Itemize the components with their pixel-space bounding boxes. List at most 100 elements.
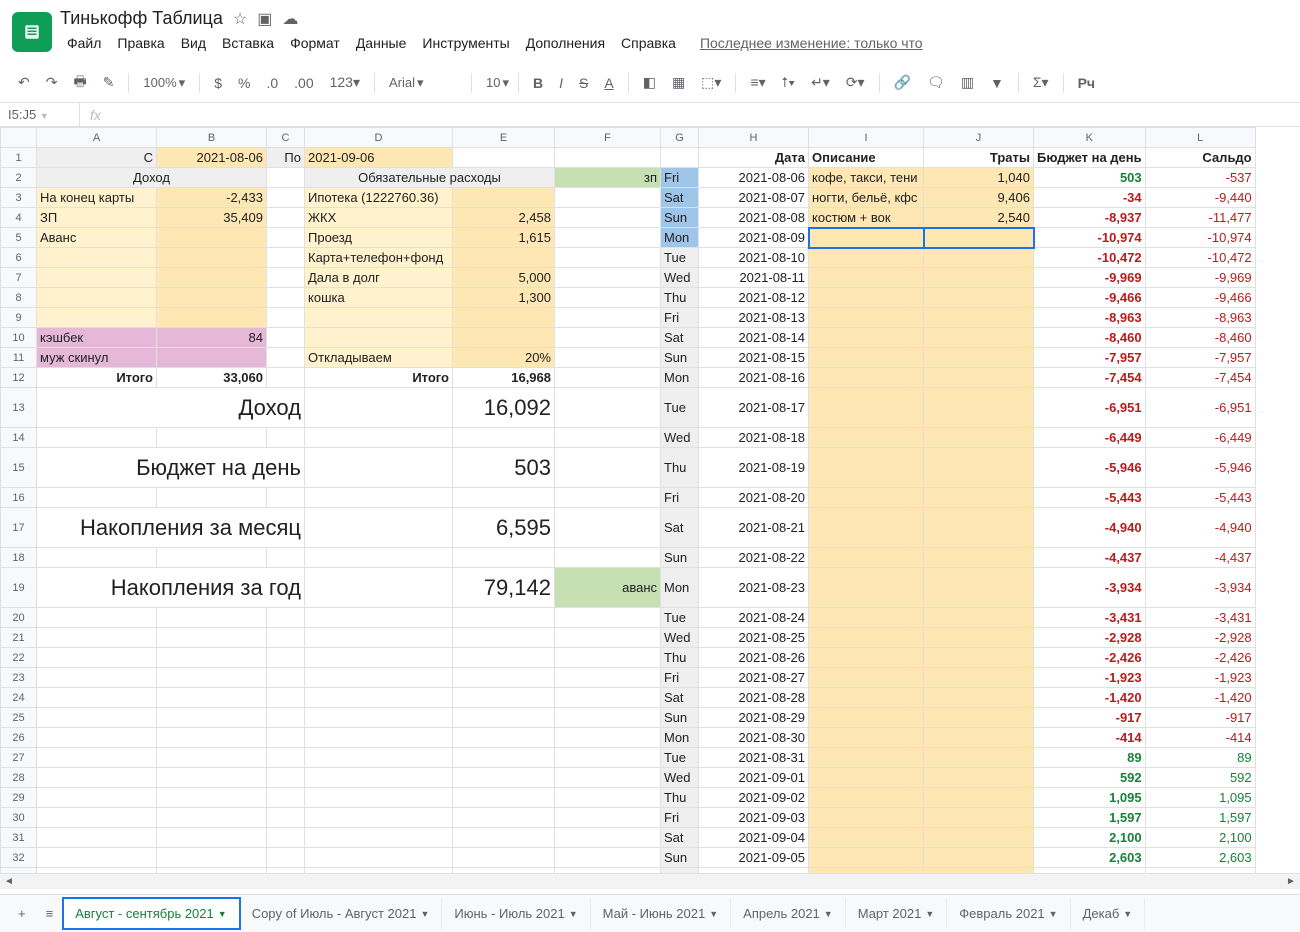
cell-E27[interactable] [453,748,555,768]
cell-G19[interactable]: Mon [661,568,699,608]
italic-icon[interactable]: I [553,71,569,95]
cell-I6[interactable] [809,248,924,268]
cell-I17[interactable] [809,508,924,548]
cell-F30[interactable] [555,808,661,828]
last-modified[interactable]: Последнее изменение: только что [693,31,930,55]
cell-G5[interactable]: Mon [661,228,699,248]
cell-F9[interactable] [555,308,661,328]
col-L[interactable]: L [1145,128,1255,148]
more-formats[interactable]: 123▾ [324,70,366,95]
row-13[interactable]: 13 [1,388,37,428]
cell-B25[interactable] [157,708,267,728]
cell-D22[interactable] [305,648,453,668]
cell-B30[interactable] [157,808,267,828]
redo-icon[interactable]: ↷ [40,70,64,95]
cell-H27[interactable]: 2021-08-31 [699,748,809,768]
cell-K22[interactable]: -2,426 [1034,648,1146,668]
cell-I2[interactable]: кофе, такси, тени [809,168,924,188]
cell-I9[interactable] [809,308,924,328]
cell-C5[interactable] [267,228,305,248]
cell-E22[interactable] [453,648,555,668]
cell-L32[interactable]: 2,603 [1145,848,1255,868]
cell-G31[interactable]: Sat [661,828,699,848]
cell-G32[interactable]: Sun [661,848,699,868]
cell-K1[interactable]: Бюджет на день [1034,148,1146,168]
cell-B23[interactable] [157,668,267,688]
cell-K21[interactable]: -2,928 [1034,628,1146,648]
cell-J10[interactable] [924,328,1034,348]
cell-A26[interactable] [37,728,157,748]
cell-G23[interactable]: Fri [661,668,699,688]
cell-I19[interactable] [809,568,924,608]
cell-B29[interactable] [157,788,267,808]
cell-A8[interactable] [37,288,157,308]
cell-G1[interactable] [661,148,699,168]
paint-format-icon[interactable]: ✎ [97,70,121,95]
cell-L29[interactable]: 1,095 [1145,788,1255,808]
cell-K30[interactable]: 1,597 [1034,808,1146,828]
cell-D13[interactable] [305,388,453,428]
cell-G21[interactable]: Wed [661,628,699,648]
cell-H18[interactable]: 2021-08-22 [699,548,809,568]
menu-format[interactable]: Формат [283,31,347,55]
select-all-corner[interactable] [1,128,37,148]
cell-C22[interactable] [267,648,305,668]
cell-B4[interactable]: 35,409 [157,208,267,228]
cell-G12[interactable]: Mon [661,368,699,388]
bold-icon[interactable]: B [527,71,549,95]
cell-E25[interactable] [453,708,555,728]
zoom-select[interactable]: 100% ▾ [137,71,191,95]
cell-D1[interactable]: 2021-09-06 [305,148,453,168]
sheet-tab[interactable]: Март 2021 ▼ [846,898,948,929]
cell-K5[interactable]: -10,974 [1034,228,1146,248]
cell-B14[interactable] [157,428,267,448]
cell-I21[interactable] [809,628,924,648]
cell-K26[interactable]: -414 [1034,728,1146,748]
cell-A9[interactable] [37,308,157,328]
cell-E4[interactable]: 2,458 [453,208,555,228]
cell-K15[interactable]: -5,946 [1034,448,1146,488]
cell-A10[interactable]: кэшбек [37,328,157,348]
cell-D21[interactable] [305,628,453,648]
cell-J32[interactable] [924,848,1034,868]
cell-C7[interactable] [267,268,305,288]
cell-J19[interactable] [924,568,1034,608]
cell-K13[interactable]: -6,951 [1034,388,1146,428]
cell-F14[interactable] [555,428,661,448]
cell-B8[interactable] [157,288,267,308]
row-4[interactable]: 4 [1,208,37,228]
cell-D5[interactable]: Проезд [305,228,453,248]
cell-L14[interactable]: -6,449 [1145,428,1255,448]
cell-B1[interactable]: 2021-08-06 [157,148,267,168]
cell-G8[interactable]: Thu [661,288,699,308]
cell-E21[interactable] [453,628,555,648]
halign-icon[interactable]: ≡▾ [744,70,771,95]
cell-F1[interactable] [555,148,661,168]
cell-C26[interactable] [267,728,305,748]
cell-D17[interactable] [305,508,453,548]
cell-A22[interactable] [37,648,157,668]
cell-D10[interactable] [305,328,453,348]
cell-G9[interactable]: Fri [661,308,699,328]
cell-J18[interactable] [924,548,1034,568]
cell-J22[interactable] [924,648,1034,668]
cell-A17[interactable]: Накопления за месяц [37,508,305,548]
wrap-icon[interactable]: ↵▾ [805,70,836,95]
cell-J3[interactable]: 9,406 [924,188,1034,208]
row-20[interactable]: 20 [1,608,37,628]
cell-F26[interactable] [555,728,661,748]
cell-I5[interactable] [809,228,924,248]
cell-I10[interactable] [809,328,924,348]
cell-C23[interactable] [267,668,305,688]
cell-D23[interactable] [305,668,453,688]
cell-E30[interactable] [453,808,555,828]
cell-L13[interactable]: -6,951 [1145,388,1255,428]
cell-C18[interactable] [267,548,305,568]
cell-G28[interactable]: Wed [661,768,699,788]
cell-H22[interactable]: 2021-08-26 [699,648,809,668]
cell-F3[interactable] [555,188,661,208]
cell-E11[interactable]: 20% [453,348,555,368]
cell-J24[interactable] [924,688,1034,708]
cell-K28[interactable]: 592 [1034,768,1146,788]
row-19[interactable]: 19 [1,568,37,608]
